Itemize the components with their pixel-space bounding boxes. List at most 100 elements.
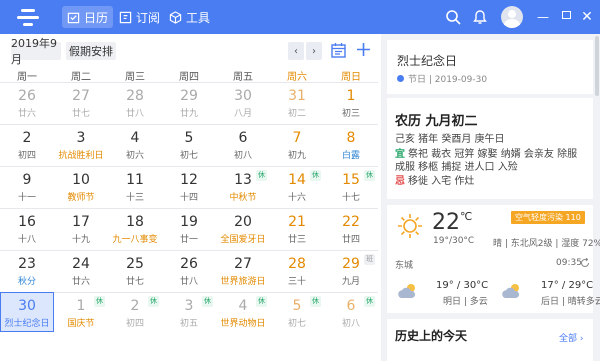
calendar-day[interactable]: 8 白露: [324, 124, 378, 164]
day-number: 17: [72, 214, 90, 230]
calendar-day[interactable]: 3 初五休: [162, 292, 216, 332]
calendar-day[interactable]: 30 八月: [216, 82, 270, 122]
day-number: 11: [126, 172, 144, 188]
calendar-day[interactable]: 5 初七: [162, 124, 216, 164]
ganzhi-text: 己亥 猪年 癸酉月 庚午日: [395, 134, 505, 145]
add-event-icon[interactable]: [356, 42, 371, 57]
calendar-day[interactable]: 28 廿八: [108, 82, 162, 122]
search-icon[interactable]: [445, 9, 461, 25]
calendar-day[interactable]: 2 初四休: [108, 292, 162, 332]
calendar-day[interactable]: 26 廿八: [162, 250, 216, 290]
calendar-day[interactable]: 12 十四: [162, 166, 216, 206]
day-number: 25: [126, 256, 144, 272]
scrollbar[interactable]: [595, 36, 599, 96]
refresh-icon[interactable]: [580, 258, 590, 268]
calendar-day[interactable]: 3 抗战胜利日: [54, 124, 108, 164]
day-number: 19: [180, 214, 198, 230]
cube-icon: [169, 10, 182, 24]
day-number: 20: [234, 214, 252, 230]
calendar-day[interactable]: 29 九月班: [324, 250, 378, 290]
lunar-label: 中秋节: [229, 193, 257, 203]
lunar-label: 廿三: [287, 235, 306, 245]
bell-icon[interactable]: [472, 9, 488, 25]
close-button[interactable]: ✕: [580, 10, 594, 24]
calendar-day[interactable]: 20 全国爱牙日: [216, 208, 270, 248]
lunar-label: 世界旅游日: [220, 277, 266, 287]
partly-cloudy-icon: [398, 284, 416, 298]
calendar-day[interactable]: 21 廿三: [270, 208, 324, 248]
calendar-day[interactable]: 10 教师节: [54, 166, 108, 206]
calendar-day[interactable]: 7 初九: [270, 124, 324, 164]
temp-range: 19°/30°C: [433, 236, 475, 246]
calendar-day[interactable]: 14 十六休: [270, 166, 324, 206]
day-number: 21: [288, 214, 306, 230]
lunar-label: 十六: [287, 193, 306, 203]
weather-detail: 晴 | 东北风2级 | 湿度 72%: [493, 239, 600, 249]
lunar-label: 廿六: [17, 109, 36, 119]
calendar-day[interactable]: 1 国庆节休: [54, 292, 108, 332]
calendar-day[interactable]: 16 十八: [0, 208, 54, 248]
nav-subscribe-label: 订阅: [136, 10, 161, 25]
calendar-day[interactable]: 23 秋分: [0, 250, 54, 290]
next-month-button[interactable]: ›: [306, 42, 322, 60]
calendar-day[interactable]: 13 中秋节休: [216, 166, 270, 206]
history-more-link[interactable]: 全部 ›: [559, 331, 583, 344]
sun-icon: [398, 214, 422, 238]
lunar-date: 农历 九月初二: [395, 114, 478, 129]
month-select[interactable]: 2019年9月: [11, 37, 61, 66]
update-time: 09:35: [556, 258, 582, 268]
restore-button[interactable]: [562, 11, 571, 19]
calendar-day[interactable]: 22 廿四: [324, 208, 378, 248]
calendar-day[interactable]: 5 初七休: [270, 292, 324, 332]
calendar-day[interactable]: 27 世界旅游日: [216, 250, 270, 290]
work-day-badge: 班: [364, 254, 375, 265]
rest-day-badge: 休: [310, 296, 321, 307]
holiday-schedule-button[interactable]: 假期安排: [66, 42, 116, 60]
calendar-day[interactable]: 9 十一: [0, 166, 54, 206]
current-temperature: 22℃: [432, 210, 472, 235]
calendar-day[interactable]: 24 廿六: [54, 250, 108, 290]
subscribe-icon: [119, 11, 132, 23]
calendar-day[interactable]: 19 廿一: [162, 208, 216, 248]
lunar-label: 三十: [287, 277, 306, 287]
lunar-label: 十七: [341, 193, 360, 203]
lunar-label: 十八: [17, 235, 36, 245]
calendar-day[interactable]: 28 三十: [270, 250, 324, 290]
nav-subscribe[interactable]: 订阅: [114, 6, 165, 28]
lunar-label: 廿八: [179, 277, 198, 287]
calendar-day[interactable]: 29 廿九: [162, 82, 216, 122]
calendar-day[interactable]: 6 初八休: [324, 292, 378, 332]
after-range: 17° / 29°C: [541, 280, 594, 291]
weekday-header: 周日: [341, 72, 361, 83]
lunar-label: 廿九: [179, 109, 198, 119]
calendar-day[interactable]: 2 初四: [0, 124, 54, 164]
calendar-day[interactable]: 27 廿七: [54, 82, 108, 122]
nav-tools[interactable]: 工具: [164, 6, 215, 28]
nav-tools-label: 工具: [186, 10, 211, 25]
calendar-day[interactable]: 11 十三: [108, 166, 162, 206]
calendar-day[interactable]: 4 初六: [108, 124, 162, 164]
day-number: 3: [76, 130, 86, 146]
lunar-label: 抗战胜利日: [58, 151, 104, 161]
lunar-label: 廿一: [179, 235, 198, 245]
prev-month-button[interactable]: ‹: [288, 42, 304, 60]
calendar-day-selected[interactable]: 30 烈士纪念日: [0, 292, 54, 332]
city-name: 东城: [395, 261, 414, 271]
calendar-day[interactable]: 18 九一八事变: [108, 208, 162, 248]
nav-calendar[interactable]: 日历: [62, 6, 114, 28]
calendar-day[interactable]: 25 廿七: [108, 250, 162, 290]
rest-day-badge: 休: [310, 170, 321, 181]
calendar-day[interactable]: 17 十九: [54, 208, 108, 248]
calendar-day[interactable]: 6 初八: [216, 124, 270, 164]
minimize-button[interactable]: —: [536, 10, 550, 24]
rest-day-badge: 休: [364, 170, 375, 181]
calendar-today-icon[interactable]: [331, 42, 346, 58]
ji-row: 忌移徙 入宅 作灶: [395, 175, 585, 188]
avatar[interactable]: [501, 6, 523, 28]
calendar-day[interactable]: 15 十七休: [324, 166, 378, 206]
day-number: 27: [234, 256, 252, 272]
calendar-day[interactable]: 26 廿六: [0, 82, 54, 122]
calendar-day[interactable]: 4 世界动物日休: [216, 292, 270, 332]
calendar-day[interactable]: 1 初三: [324, 82, 378, 122]
calendar-day[interactable]: 31 初二: [270, 82, 324, 122]
